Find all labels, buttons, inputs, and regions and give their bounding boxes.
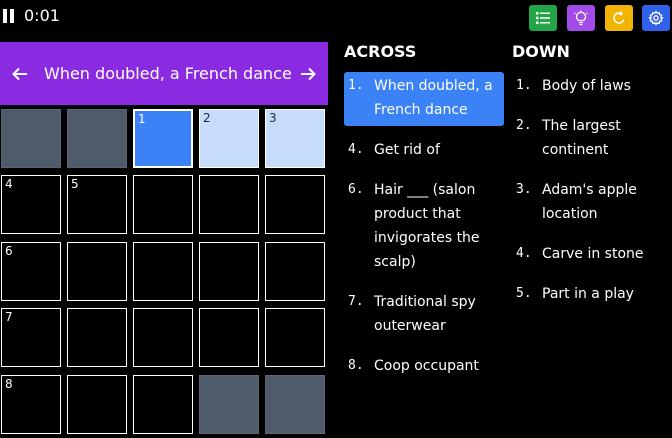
cell-number: 7 [5, 310, 13, 324]
grid-cell[interactable]: 7 [1, 308, 61, 367]
grid-cell-block [265, 375, 325, 434]
grid-cell[interactable]: 3 [265, 109, 325, 168]
grid-cell[interactable] [67, 242, 127, 301]
grid-cell[interactable] [265, 175, 325, 234]
down-clue-item[interactable]: 1. Body of laws [512, 74, 668, 98]
cell-number: 2 [203, 111, 211, 125]
clue-text: When doubled, a French dance [374, 78, 493, 118]
clue-text: The largest continent [542, 118, 621, 158]
across-clue-item[interactable]: 6. Hair ___ (salon product that invigora… [344, 178, 494, 274]
down-clue-item[interactable]: 3. Adam's apple location [512, 178, 662, 226]
arrow-right-icon [301, 67, 316, 80]
grid-cell[interactable]: 2 [199, 109, 259, 168]
timer: 0:01 [24, 6, 60, 25]
grid-cell[interactable] [133, 242, 193, 301]
clue-number: 1. [516, 78, 532, 93]
down-heading: DOWN [512, 42, 570, 61]
down-clue-item[interactable]: 4. Carve in stone [512, 242, 670, 266]
clue-banner: When doubled, a French dance [0, 42, 328, 105]
grid-cell[interactable] [67, 308, 127, 367]
refresh-icon [613, 11, 625, 24]
grid-cell-block [67, 109, 127, 168]
grid-cell[interactable] [133, 175, 193, 234]
current-clue: When doubled, a French dance [44, 64, 292, 83]
down-clue-item[interactable]: 2. The largest continent [512, 114, 652, 162]
across-clue-item[interactable]: 8. Coop occupant [344, 354, 504, 378]
grid-cell-selected[interactable]: 1 [133, 109, 193, 168]
clue-number: 8. [348, 358, 364, 373]
hint-button[interactable] [567, 5, 595, 31]
grid-cell[interactable] [265, 242, 325, 301]
across-clue-item[interactable]: 1. When doubled, a French dance [344, 72, 504, 126]
cell-number: 8 [5, 377, 13, 391]
clue-number: 1. [348, 78, 364, 93]
grid-cell-block [1, 109, 61, 168]
cell-number: 5 [71, 177, 79, 191]
grid-cell[interactable]: 4 [1, 175, 61, 234]
pause-icon[interactable] [2, 9, 14, 23]
clue-number: 4. [348, 142, 364, 157]
cell-number: 4 [5, 177, 13, 191]
cell-number: 6 [5, 244, 13, 258]
cell-number: 1 [138, 112, 146, 126]
next-clue-button[interactable] [288, 42, 328, 105]
settings-button[interactable] [642, 5, 670, 31]
clue-number: 6. [348, 182, 364, 197]
lightbulb-icon [574, 10, 588, 26]
across-heading: ACROSS [344, 42, 417, 61]
prev-clue-button[interactable] [0, 42, 40, 105]
reset-button[interactable] [605, 5, 633, 31]
list-icon [536, 12, 550, 24]
clue-number: 5. [516, 286, 532, 301]
across-clue-item[interactable]: 4. Get rid of [344, 138, 504, 162]
clue-text: Adam's apple location [542, 182, 637, 222]
clue-number: 3. [516, 182, 532, 197]
grid-cell[interactable] [265, 308, 325, 367]
grid-cell[interactable] [199, 308, 259, 367]
clue-text: Hair ___ (salon product that invigorates… [374, 182, 480, 270]
grid-cell[interactable] [199, 242, 259, 301]
clue-text: Carve in stone [542, 246, 644, 262]
arrow-left-icon [12, 67, 27, 80]
clue-text: Get rid of [374, 142, 440, 158]
gear-icon [648, 10, 664, 26]
clue-text: Coop occupant [374, 358, 479, 374]
list-button[interactable] [529, 5, 557, 31]
clue-number: 2. [516, 118, 532, 133]
grid-cell[interactable] [133, 375, 193, 434]
grid-cell-block [199, 375, 259, 434]
grid-cell[interactable] [199, 175, 259, 234]
clue-number: 4. [516, 246, 532, 261]
grid-cell[interactable]: 5 [67, 175, 127, 234]
grid-cell[interactable]: 6 [1, 242, 61, 301]
cell-number: 3 [269, 111, 277, 125]
grid-cell[interactable]: 8 [1, 375, 61, 434]
clue-text: Part in a play [542, 286, 634, 302]
clue-text: Traditional spy outerwear [374, 294, 476, 334]
clue-number: 7. [348, 294, 364, 309]
grid-cell[interactable] [133, 308, 193, 367]
clue-text: Body of laws [542, 78, 631, 94]
top-bar: 0:01 [0, 0, 672, 34]
across-clue-item[interactable]: 7. Traditional spy outerwear [344, 290, 494, 338]
grid-cell[interactable] [67, 375, 127, 434]
down-clue-item[interactable]: 5. Part in a play [512, 282, 668, 306]
